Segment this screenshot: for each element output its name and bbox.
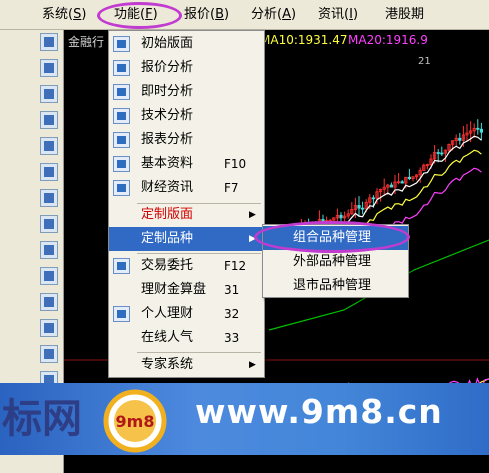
watermark-banner: 标网 www.9m8.cn [0, 383, 489, 455]
candle-body [389, 184, 394, 188]
function-dropdown-menu: 初始版面 报价分析 即时分析 技术分析 报表分析 基本资料 F10 财经资讯 F7 … [108, 30, 265, 378]
menu-item-quote-analysis[interactable]: 报价分析 [109, 56, 264, 80]
submenu-arrow-icon: ▶ [249, 234, 256, 244]
menu-analysis[interactable]: 分析(A) [251, 6, 296, 24]
menu-item-online-popularity[interactable]: 在线人气 33 [109, 326, 264, 350]
menu-info[interactable]: 资讯(I) [318, 6, 358, 24]
toolbar-button[interactable] [40, 59, 58, 77]
submenu-item-delisted-manage[interactable]: 退市品种管理 [263, 274, 408, 298]
menu-item-report-analysis[interactable]: 报表分析 [109, 128, 264, 152]
toolbar-button[interactable] [40, 215, 58, 233]
trade-users-icon [113, 258, 130, 274]
candle-body [458, 137, 462, 141]
menu-item-initial-layout[interactable]: 初始版面 [109, 32, 264, 56]
toolbar-button[interactable] [40, 241, 58, 259]
toolbar-button[interactable] [40, 293, 58, 311]
candle-body [360, 207, 365, 210]
news-icon [113, 180, 130, 196]
intraday-chart-icon [113, 84, 130, 100]
menu-item-intraday-analysis[interactable]: 即时分析 [109, 80, 264, 104]
custom-instruments-submenu: 组合品种管理 外部品种管理 退市品种管理 [262, 224, 409, 298]
menu-item-finance-abacus[interactable]: 理财金算盘 31 [109, 278, 264, 302]
menu-quote[interactable]: 报价(B) [184, 6, 229, 24]
menu-item-custom-layout[interactable]: 定制版面 ▶ [109, 203, 264, 227]
candle-body [357, 205, 361, 209]
menu-system[interactable]: 系统(S) [42, 6, 86, 24]
toolbar-button[interactable] [40, 163, 58, 181]
menu-item-technical-analysis[interactable]: 技术分析 [109, 104, 264, 128]
menubar: 系统(S) 功能(F) 报价(B) 分析(A) 资讯(I) 港股期 [0, 0, 489, 30]
toolbar-button[interactable] [40, 111, 58, 129]
toolbar-button[interactable] [40, 267, 58, 285]
toolbar-button[interactable] [40, 189, 58, 207]
watermark-url: www.9m8.cn [195, 392, 443, 431]
candle-body [371, 197, 376, 200]
volume-strip [64, 455, 489, 473]
toolbar-button[interactable] [40, 345, 58, 363]
menu-item-personal-finance[interactable]: 个人理财 32 [109, 302, 264, 326]
submenu-arrow-icon: ▶ [249, 210, 256, 220]
candlestick-icon [113, 108, 130, 124]
toolbar-button[interactable] [40, 85, 58, 103]
submenu-item-external-manage[interactable]: 外部品种管理 [263, 250, 408, 274]
ma10-readout: MA10:1931.47 [260, 33, 348, 47]
quote-list-icon [113, 60, 130, 76]
candle-body [339, 214, 343, 219]
candle-body [436, 152, 440, 154]
price-marker-label: 21 [418, 56, 431, 67]
toolbar-button[interactable] [40, 137, 58, 155]
toolbar-button[interactable] [40, 319, 58, 337]
ma20-readout: MA20:1916.9 [348, 33, 428, 47]
candle-body [321, 219, 325, 222]
menu-item-financial-news[interactable]: 财经资讯 F7 [109, 176, 264, 200]
menu-item-trade-order[interactable]: 交易委托 F12 [109, 254, 264, 278]
candle-body [400, 181, 404, 184]
logo-text: 9m8 [116, 412, 155, 431]
menu-item-custom-instruments[interactable]: 定制品种 ▶ [109, 227, 264, 251]
home-layout-icon [113, 36, 130, 52]
submenu-item-portfolio-manage[interactable]: 组合品种管理 [263, 226, 408, 250]
profile-doc-icon [113, 156, 130, 172]
watermark-brand: 标网 [2, 396, 82, 442]
menu-hk-futures[interactable]: 港股期 [385, 6, 424, 24]
candle-body [476, 127, 480, 130]
toolbar-button[interactable] [40, 33, 58, 51]
menu-item-expert-system[interactable]: 专家系统 ▶ [109, 353, 264, 377]
finance-icon [113, 306, 130, 322]
report-table-icon [113, 132, 130, 148]
submenu-arrow-icon: ▶ [249, 360, 256, 370]
stock-name-label: 金融行 [68, 35, 105, 49]
candle-body [479, 128, 484, 133]
candle-body [440, 152, 444, 155]
candle-body [407, 176, 412, 180]
menu-item-basic-info[interactable]: 基本资料 F10 [109, 152, 264, 176]
menu-function[interactable]: 功能(F) [114, 6, 158, 24]
watermark-logo: 9m8 [103, 389, 167, 453]
